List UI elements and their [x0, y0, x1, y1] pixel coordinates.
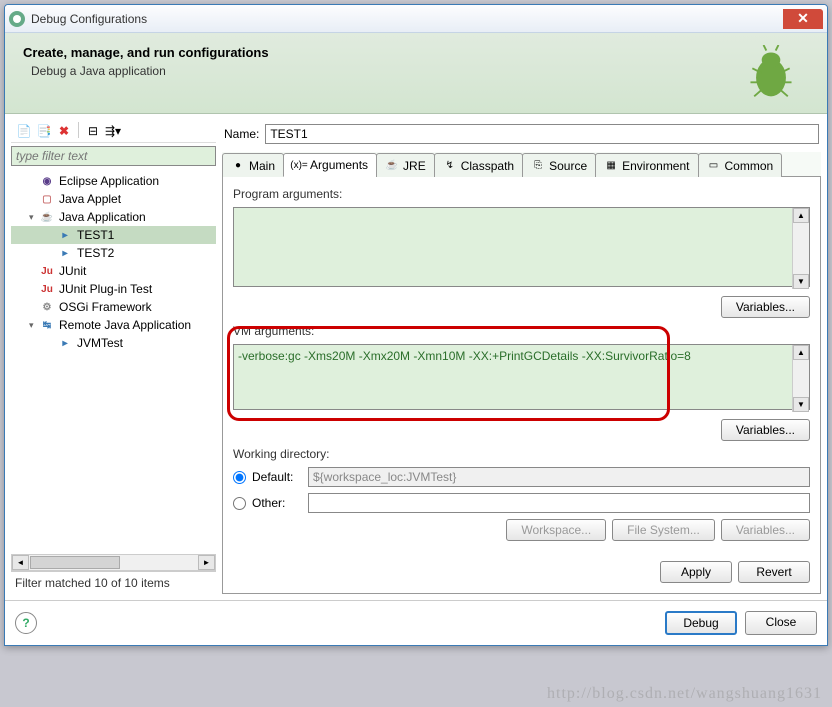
name-label: Name: — [224, 127, 259, 141]
titlebar-text: Debug Configurations — [31, 12, 783, 26]
delete-icon[interactable]: ✖ — [55, 122, 73, 140]
tab-icon-source: ⎘ — [531, 159, 545, 173]
tree-item-junit-plug-in-test[interactable]: JuJUnit Plug-in Test — [11, 280, 216, 298]
left-toolbar: 📄 📑 ✖ ⊟ ⇶▾ — [11, 120, 216, 143]
filter-status: Filter matched 10 of 10 items — [11, 571, 216, 594]
separator — [78, 122, 79, 138]
tab-classpath[interactable]: ↯Classpath — [434, 153, 523, 177]
titlebar[interactable]: Debug Configurations ✕ — [5, 5, 827, 33]
filter-icon[interactable]: ⇶▾ — [104, 122, 122, 140]
right-pane: Name: ●Main(x)=Arguments☕JRE↯Classpath⎘S… — [222, 120, 821, 594]
new-config-icon[interactable]: 📄 — [15, 122, 33, 140]
tree-item-remote-java-application[interactable]: ▾↹Remote Java Application — [11, 316, 216, 334]
tree-item-java-applet[interactable]: ▢Java Applet — [11, 190, 216, 208]
vm-args-scrollbar[interactable]: ▲▼ — [792, 345, 809, 412]
workdir-label: Working directory: — [233, 447, 810, 461]
vm-args-textarea[interactable]: -verbose:gc -Xms20M -Xmx20M -Xmn10M -XX:… — [233, 344, 810, 410]
workdir-other-input[interactable] — [308, 493, 810, 513]
tab-environment[interactable]: ▦Environment — [595, 153, 698, 177]
close-button[interactable]: Close — [745, 611, 817, 635]
bug-icon — [743, 45, 799, 101]
collapse-icon[interactable]: ⊟ — [84, 122, 102, 140]
tab-icon-main: ● — [231, 159, 245, 173]
vm-args-label: VM arguments: — [233, 324, 810, 338]
horizontal-scrollbar[interactable]: ◄ ► — [11, 554, 216, 571]
app-icon — [9, 11, 25, 27]
tree-item-eclipse-application[interactable]: ◉Eclipse Application — [11, 172, 216, 190]
left-pane: 📄 📑 ✖ ⊟ ⇶▾ ◉Eclipse Application▢Java App… — [11, 120, 216, 594]
tab-main[interactable]: ●Main — [222, 153, 284, 177]
scroll-right-icon[interactable]: ► — [198, 555, 215, 570]
tab-icon-arguments: (x)= — [292, 158, 306, 172]
tree-item-osgi-framework[interactable]: ⚙OSGi Framework — [11, 298, 216, 316]
tree-item-junit[interactable]: JuJUnit — [11, 262, 216, 280]
config-tree[interactable]: ◉Eclipse Application▢Java Applet▾☕Java A… — [11, 170, 216, 552]
duplicate-icon[interactable]: 📑 — [35, 122, 53, 140]
scroll-thumb[interactable] — [30, 556, 120, 569]
tab-icon-jre: ☕ — [385, 159, 399, 173]
tab-icon-common: ▭ — [707, 159, 721, 173]
name-input[interactable] — [265, 124, 819, 144]
workdir-default-input — [308, 467, 810, 487]
tree-item-test2[interactable]: ▸TEST2 — [11, 244, 216, 262]
workdir-other-radio[interactable] — [233, 497, 246, 510]
program-args-scrollbar[interactable]: ▲▼ — [792, 208, 809, 289]
help-icon[interactable]: ? — [15, 612, 37, 634]
filter-input[interactable] — [11, 146, 216, 166]
tab-common[interactable]: ▭Common — [698, 153, 783, 177]
watermark: http://blog.csdn.net/wangshuang1631 — [547, 685, 822, 703]
header-subtitle: Debug a Java application — [31, 64, 743, 78]
debug-button[interactable]: Debug — [665, 611, 737, 635]
workspace-button[interactable]: Workspace... — [506, 519, 606, 541]
footer: ? Debug Close — [5, 600, 827, 645]
header: Create, manage, and run configurations D… — [5, 33, 827, 114]
workdir-default-radio[interactable] — [233, 471, 246, 484]
tab-bar: ●Main(x)=Arguments☕JRE↯Classpath⎘Source▦… — [222, 152, 821, 177]
vm-args-variables-button[interactable]: Variables... — [721, 419, 810, 441]
tree-item-jvmtest[interactable]: ▸JVMTest — [11, 334, 216, 352]
tab-arguments[interactable]: (x)=Arguments — [283, 153, 377, 177]
tab-icon-environment: ▦ — [604, 159, 618, 173]
tree-item-test1[interactable]: ▸TEST1 — [11, 226, 216, 244]
tree-item-java-application[interactable]: ▾☕Java Application — [11, 208, 216, 226]
program-args-textarea[interactable] — [233, 207, 810, 287]
header-title: Create, manage, and run configurations — [23, 45, 743, 60]
arguments-tab-content: Program arguments: ▲▼ Variables... VM ar… — [222, 177, 821, 594]
dialog-window: Debug Configurations ✕ Create, manage, a… — [4, 4, 828, 646]
tab-source[interactable]: ⎘Source — [522, 153, 596, 177]
apply-button[interactable]: Apply — [660, 561, 732, 583]
tab-icon-classpath: ↯ — [443, 159, 457, 173]
workdir-default-label: Default: — [252, 470, 302, 484]
program-args-label: Program arguments: — [233, 187, 810, 201]
variables-button[interactable]: Variables... — [721, 519, 810, 541]
scroll-left-icon[interactable]: ◄ — [12, 555, 29, 570]
file-system-button[interactable]: File System... — [612, 519, 715, 541]
tab-jre[interactable]: ☕JRE — [376, 153, 435, 177]
program-args-variables-button[interactable]: Variables... — [721, 296, 810, 318]
close-icon[interactable]: ✕ — [783, 9, 823, 29]
workdir-other-label: Other: — [252, 496, 302, 510]
revert-button[interactable]: Revert — [738, 561, 810, 583]
